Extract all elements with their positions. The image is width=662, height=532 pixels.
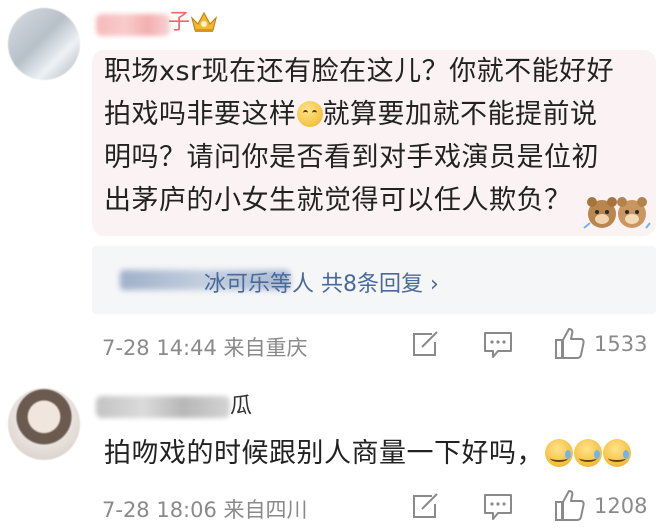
comment-line-1: 职场xsr现在还有脸在这儿？你就不能好好 [104, 56, 615, 87]
comment-meta: 7-28 18:06 来自四川 [102, 498, 308, 522]
comment-icon[interactable] [482, 330, 514, 360]
comment-icon[interactable] [482, 492, 514, 522]
comment-line-4: 出茅庐的小女生就觉得可以任人欺负？ [104, 185, 572, 216]
like-count: 1208 [594, 494, 648, 518]
like-icon[interactable] [554, 326, 586, 360]
comment-meta: 7-28 14:44 来自重庆 [102, 336, 308, 360]
comment-line-3: 明吗？请问你是否看到对手戏演员是位初 [104, 142, 599, 173]
user-avatar[interactable] [8, 8, 80, 80]
bear-sticker-icon [583, 197, 651, 229]
share-icon[interactable] [410, 492, 440, 520]
comment-text: 拍吻戏的时候跟别人商量一下好吗， [104, 432, 631, 475]
like-count: 1533 [594, 332, 648, 356]
username-blurred[interactable] [96, 396, 230, 418]
crown-badge-icon [190, 11, 218, 32]
crying-emoji-icon [603, 439, 631, 467]
crying-emoji-icon [574, 439, 602, 467]
reply-summary-link[interactable]: 冰可乐等人 共8条回复 › [204, 266, 439, 298]
user-avatar[interactable] [8, 388, 80, 460]
crying-emoji-icon [545, 439, 573, 467]
username-blurred[interactable] [96, 14, 170, 36]
like-icon[interactable] [554, 488, 586, 522]
username-suffix[interactable]: 瓜 [230, 396, 252, 418]
share-icon[interactable] [410, 330, 440, 358]
comment-line-2: 拍戏吗非要这样 就算要加就不能提前说 [104, 99, 598, 130]
smile-emoji-icon [296, 101, 323, 127]
username-suffix[interactable]: 子 [168, 12, 190, 34]
